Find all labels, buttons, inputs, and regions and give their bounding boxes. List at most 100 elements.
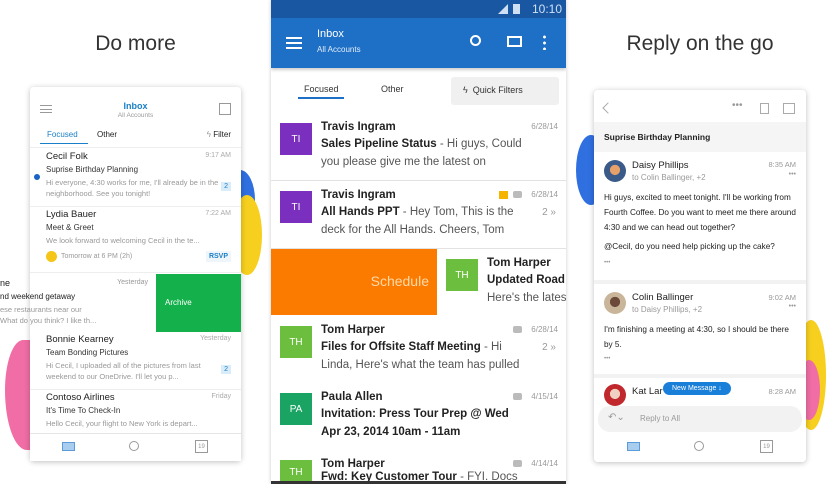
message-body: I'm finishing a meeting at 4:30, so I sh… [604, 325, 789, 349]
date: 6/28/14 [531, 122, 558, 131]
preview: We look forward to welcoming Cecil in th… [46, 236, 200, 245]
calendar-event-icon [46, 251, 57, 262]
sender: Bonnie Kearney [46, 334, 114, 345]
more-icon[interactable]: ••• [789, 171, 796, 178]
preview: Hi Cecil, I uploaded all of the pictures… [46, 361, 201, 381]
subject: Updated Road [487, 274, 565, 286]
subject: Suprise Birthday Planning [46, 165, 139, 174]
expand-icon[interactable]: ••• [604, 356, 610, 362]
preview: Hello Cecil, your flight to New York is … [46, 419, 198, 428]
tab-underline [40, 143, 88, 144]
mail-icon[interactable] [62, 442, 75, 451]
tab-underline [298, 97, 344, 99]
search-icon[interactable] [694, 441, 704, 451]
more-icon[interactable]: ••• [789, 303, 796, 310]
avatar [604, 160, 626, 182]
subject: Files for Offsite Staff Meeting [321, 341, 481, 353]
archive-icon[interactable] [783, 103, 795, 114]
more-options-icon[interactable] [543, 34, 546, 50]
preview-line2: Apr 23, 2014 10am - 11am [321, 426, 461, 438]
status-time: 10:10 [531, 2, 562, 16]
time: Friday [211, 393, 231, 400]
delete-icon[interactable] [760, 103, 769, 114]
sender: Daisy Phillips [632, 160, 689, 171]
message-row-swiped[interactable]: ne Yesterday nd weekend getaway ese rest… [0, 274, 158, 332]
status-bar: 10:10 [271, 0, 566, 18]
more-icon[interactable]: ••• [732, 100, 743, 111]
calendar-icon[interactable]: 19 [195, 440, 208, 453]
tab-other[interactable]: Other [381, 84, 404, 94]
time: 9:17 AM [205, 152, 231, 159]
message-row[interactable]: TH Tom Harper 6/28/14 Files for Offsite … [271, 316, 566, 384]
lightning-icon: ϟ [463, 85, 473, 95]
date: 4/14/14 [531, 459, 558, 468]
message-item[interactable]: Colin Ballinger to Daisy Phillips, +2 9:… [594, 286, 806, 378]
preview: ese restaurants near our What do you thi… [0, 305, 97, 325]
unread-dot [34, 174, 40, 180]
attachment-icon [513, 393, 522, 400]
search-icon[interactable] [129, 441, 139, 451]
search-icon[interactable] [470, 35, 481, 46]
heading-reply-on-the-go: Reply on the go [626, 32, 774, 55]
preview-line2: you please give me the latest on [321, 156, 486, 168]
avatar: TI [280, 123, 312, 155]
message-item[interactable]: Daisy Phillips to Colin Ballinger, +2 8:… [594, 152, 806, 284]
preview: - Hi [480, 341, 502, 353]
conversation-subject: Suprise Birthday Planning [594, 122, 806, 152]
compose-icon[interactable] [219, 103, 231, 115]
time: 8:28 AM [768, 387, 796, 396]
reply-input[interactable]: Reply to All [640, 414, 680, 423]
avatar [604, 292, 626, 314]
hamburger-icon[interactable] [286, 37, 302, 49]
message-row[interactable]: Bonnie Kearney Yesterday Team Bonding Pi… [30, 332, 241, 390]
tab-other[interactable]: Other [97, 130, 117, 139]
rsvp-button[interactable]: RSVP [205, 251, 231, 262]
message-row[interactable]: Contoso Airlines Friday It's Time To Che… [30, 390, 241, 434]
calendar-icon[interactable]: 19 [760, 440, 773, 453]
tab-focused[interactable]: Focused [47, 130, 78, 139]
sender: Travis Ingram [321, 121, 396, 133]
filter-button[interactable]: ϟ Filter [207, 130, 231, 139]
sender: Contoso Airlines [46, 392, 115, 403]
sender: ne [0, 278, 11, 288]
reply-bar: ↶⌄ Reply to All [598, 406, 802, 432]
expand-icon[interactable]: ••• [604, 260, 610, 266]
recipients: to Daisy Phillips, +2 [632, 305, 703, 314]
sender: Travis Ingram [321, 189, 396, 201]
sender: Tom Harper [321, 324, 385, 336]
message-row[interactable]: PA Paula Allen 4/15/14 Invitation: Press… [271, 383, 566, 451]
message-row[interactable]: TI Travis Ingram 6/28/14 All Hands PPT -… [271, 181, 566, 249]
bottom-nav: 19 [30, 433, 241, 461]
quick-filters-button[interactable]: ϟ Quick Filters [451, 77, 559, 105]
new-message-pill[interactable]: New Message ↓ [663, 382, 731, 395]
time: Yesterday [200, 335, 231, 342]
message-row[interactable]: Cecil Folk 9:17 AM Suprise Birthday Plan… [30, 149, 241, 207]
message-row[interactable]: TI Travis Ingram 6/28/14 Sales Pipeline … [271, 113, 566, 181]
time: 8:35 AM [768, 160, 796, 169]
archive-swipe-action[interactable]: Archive [156, 274, 241, 332]
inbox-subtitle: All Accounts [117, 112, 154, 119]
time: 7:22 AM [205, 210, 231, 217]
message-row-swiped[interactable]: Schedule TH Tom Harper Updated Road Here… [271, 249, 566, 317]
schedule-swipe-action[interactable]: Schedule [271, 249, 437, 315]
time: Yesterday [117, 279, 148, 286]
message-row[interactable]: TH Tom Harper 4/14/14 Fwd: Key Customer … [271, 450, 566, 484]
sender: Lydia Bauer [46, 209, 97, 220]
inbox-subtitle: All Accounts [317, 45, 361, 54]
reply-all-icon[interactable]: ↶⌄ [608, 412, 625, 423]
sender: Cecil Folk [46, 151, 88, 162]
avatar: TH [280, 326, 312, 358]
tab-focused[interactable]: Focused [304, 84, 339, 94]
date: 6/28/14 [531, 325, 558, 334]
back-icon[interactable] [602, 102, 614, 114]
message-row[interactable]: Lydia Bauer 7:22 AM Meet & Greet We look… [30, 207, 241, 273]
subject: Team Bonding Pictures [46, 348, 129, 357]
avatar: TH [446, 259, 478, 291]
message-body-mention: @Cecil, do you need help picking up the … [604, 242, 775, 251]
compose-mail-icon[interactable] [507, 36, 522, 47]
left-phone-inbox: Inbox All Accounts Focused Other ϟ Filte… [0, 87, 241, 461]
message-body: Hi guys, excited to meet tonight. I'll b… [604, 193, 796, 232]
preview: Hi everyone, 4:30 works for me, I'll alr… [46, 178, 219, 198]
sender: Kat Lar [632, 386, 663, 397]
mail-icon[interactable] [627, 442, 640, 451]
